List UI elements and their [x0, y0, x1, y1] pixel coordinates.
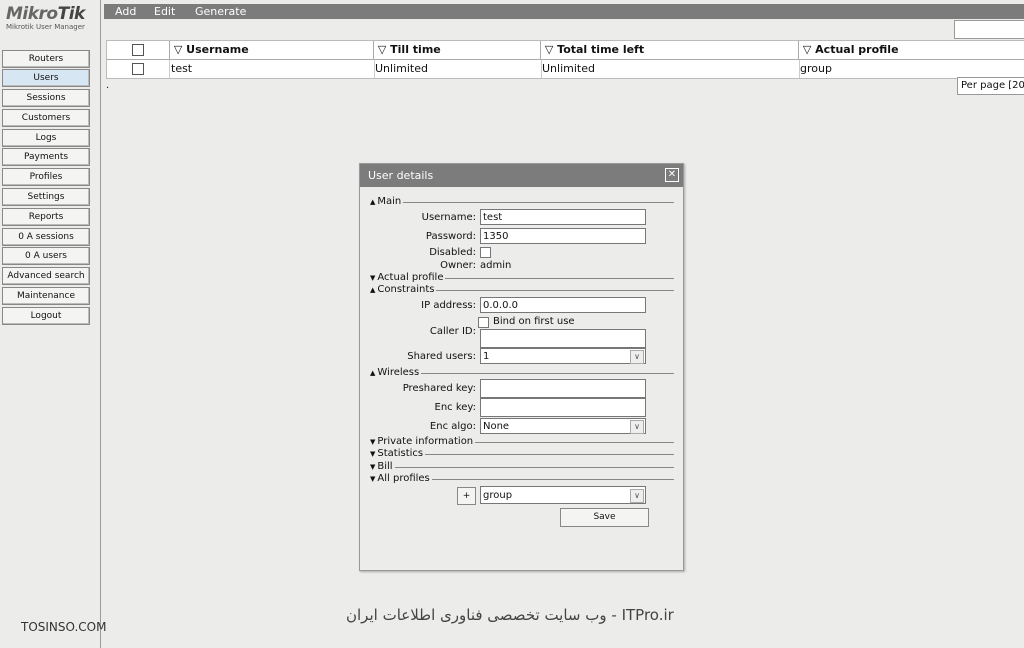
- preshared-key-label: Preshared key:: [402, 383, 476, 394]
- dialog-titlebar[interactable]: User details ✕: [360, 164, 683, 187]
- bind-on-first-use-checkbox[interactable]: [478, 317, 489, 328]
- watermark-left: TOSINSO.COM: [21, 620, 107, 634]
- sidebar-item-logs[interactable]: Logs: [2, 129, 90, 147]
- sidebar-item-active-sessions[interactable]: 0 A sessions: [2, 228, 90, 246]
- profile-select[interactable]: group ∨: [480, 486, 646, 504]
- user-details-dialog: User details ✕ ▲ Main Username: test Pass…: [359, 163, 684, 571]
- sidebar-item-logout[interactable]: Logout: [2, 307, 90, 325]
- sidebar-item-reports[interactable]: Reports: [2, 208, 90, 226]
- password-label: Password:: [425, 231, 476, 242]
- add-button[interactable]: Add: [115, 5, 136, 18]
- column-header-total-time-left[interactable]: ▽ Total time left: [541, 41, 799, 59]
- section-private-information[interactable]: ▼ Private information: [370, 436, 674, 448]
- enc-algo-label: Enc algo:: [429, 421, 476, 432]
- ip-address-label: IP address:: [421, 300, 476, 311]
- sidebar-item-payments[interactable]: Payments: [2, 148, 90, 166]
- password-field[interactable]: 1350: [480, 228, 646, 244]
- owner-value: admin: [480, 260, 512, 271]
- triangle-down-icon: ▼: [370, 438, 376, 446]
- status-dot: .: [106, 80, 110, 91]
- table-row: [107, 60, 170, 78]
- sort-icon: ▽: [377, 43, 387, 56]
- sidebar-item-settings[interactable]: Settings: [2, 188, 90, 206]
- enc-algo-select[interactable]: None ∨: [480, 418, 646, 434]
- cell-total-time-left[interactable]: Unlimited: [541, 60, 800, 78]
- owner-label: Owner:: [440, 260, 476, 271]
- row-checkbox[interactable]: [132, 63, 144, 75]
- add-profile-button[interactable]: +: [457, 487, 476, 505]
- sidebar-item-routers[interactable]: Routers: [2, 50, 90, 68]
- username-field[interactable]: test: [480, 209, 646, 225]
- shared-users-label: Shared users:: [407, 351, 476, 362]
- column-header-username[interactable]: ▽ Username: [170, 41, 374, 59]
- bind-on-first-use-label: Bind on first use: [493, 316, 575, 327]
- shared-users-select[interactable]: 1 ∨: [480, 348, 646, 364]
- sidebar: MikroTik Mikrotik User Manager Routers U…: [0, 0, 101, 648]
- chevron-down-icon: ∨: [630, 350, 644, 364]
- sidebar-item-maintenance[interactable]: Maintenance: [2, 287, 90, 305]
- caller-id-field[interactable]: [480, 329, 646, 348]
- section-actual-profile[interactable]: ▼ Actual profile: [370, 272, 674, 284]
- section-wireless[interactable]: ▲ Wireless: [370, 367, 674, 379]
- triangle-down-icon: ▼: [370, 450, 376, 458]
- sidebar-item-sessions[interactable]: Sessions: [2, 89, 90, 107]
- ip-address-field[interactable]: 0.0.0.0: [480, 297, 646, 313]
- column-header-till-time[interactable]: ▽ Till time: [374, 41, 541, 59]
- select-all-header: [107, 41, 170, 59]
- watermark-right: ITPro.ir - وب سایت تخصصی فناوری اطلاعات …: [346, 606, 674, 624]
- triangle-up-icon: ▲: [370, 286, 376, 294]
- chevron-down-icon: ∨: [630, 420, 644, 434]
- dialog-title: User details: [368, 169, 434, 182]
- triangle-down-icon: ▼: [370, 475, 376, 483]
- sidebar-item-profiles[interactable]: Profiles: [2, 168, 90, 186]
- username-label: Username:: [421, 212, 476, 223]
- chevron-down-icon: ∨: [630, 489, 644, 503]
- sort-icon: ▽: [802, 43, 812, 56]
- cell-username[interactable]: test: [170, 60, 375, 78]
- triangle-down-icon: ▼: [370, 463, 376, 471]
- section-bill[interactable]: ▼ Bill: [370, 461, 674, 473]
- triangle-up-icon: ▲: [370, 369, 376, 377]
- logo-subtitle: Mikrotik User Manager: [6, 23, 85, 31]
- sidebar-item-advanced-search[interactable]: Advanced search: [2, 267, 90, 285]
- users-table: ▽ Username ▽ Till time ▽ Total time left…: [106, 40, 1024, 79]
- sidebar-item-users[interactable]: Users: [2, 69, 90, 87]
- sort-icon: ▽: [544, 43, 554, 56]
- section-statistics[interactable]: ▼ Statistics: [370, 448, 674, 460]
- sidebar-item-customers[interactable]: Customers: [2, 109, 90, 127]
- enc-key-field[interactable]: [480, 398, 646, 417]
- section-main[interactable]: ▲ Main: [370, 196, 674, 208]
- column-header-actual-profile[interactable]: ▽ Actual profile: [799, 41, 1024, 59]
- close-icon[interactable]: ✕: [665, 168, 679, 182]
- cell-actual-profile[interactable]: group: [799, 60, 1024, 78]
- search-input[interactable]: [954, 20, 1024, 39]
- triangle-up-icon: ▲: [370, 198, 376, 206]
- preshared-key-field[interactable]: [480, 379, 646, 398]
- disabled-checkbox[interactable]: [480, 247, 491, 258]
- save-button[interactable]: Save: [560, 508, 649, 527]
- generate-button[interactable]: Generate: [195, 5, 246, 18]
- cell-till-time[interactable]: Unlimited: [374, 60, 542, 78]
- sidebar-item-active-users[interactable]: 0 A users: [2, 247, 90, 265]
- per-page-select[interactable]: Per page [20]: [957, 77, 1024, 95]
- section-all-profiles[interactable]: ▼ All profiles: [370, 473, 674, 485]
- edit-button[interactable]: Edit: [154, 5, 175, 18]
- disabled-label: Disabled:: [429, 247, 476, 258]
- toolbar: Add Edit Generate: [104, 4, 1024, 19]
- enc-key-label: Enc key:: [434, 402, 476, 413]
- section-constraints[interactable]: ▲ Constraints: [370, 284, 674, 296]
- triangle-down-icon: ▼: [370, 274, 376, 282]
- select-all-checkbox[interactable]: [132, 44, 144, 56]
- sort-icon: ▽: [173, 43, 183, 56]
- caller-id-label: Caller ID:: [429, 326, 476, 337]
- logo: MikroTik Mikrotik User Manager: [6, 4, 96, 31]
